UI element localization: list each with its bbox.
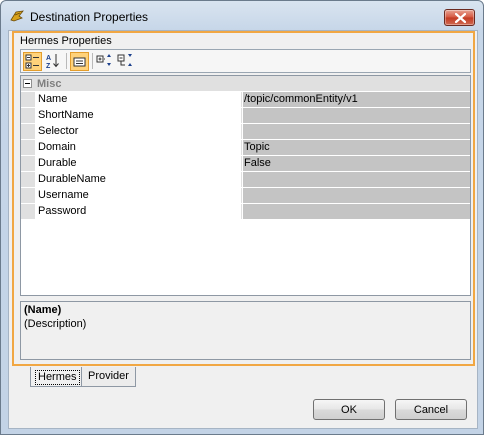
- property-name: Password: [35, 204, 242, 219]
- row-gutter: [21, 140, 35, 155]
- property-row-shortname[interactable]: ShortName: [21, 108, 470, 124]
- tab-label: Provider: [88, 370, 129, 382]
- dialog-client-area: Hermes Properties A Z Misc Name /topic/c…: [8, 30, 478, 429]
- property-row-durable[interactable]: Durable False: [21, 156, 470, 172]
- property-name: Durable: [35, 156, 242, 171]
- property-row-password[interactable]: Password: [21, 204, 470, 220]
- row-gutter: [21, 172, 35, 187]
- property-name: DurableName: [35, 172, 242, 187]
- property-value[interactable]: [243, 124, 470, 139]
- title-bar[interactable]: Destination Properties: [1, 1, 483, 31]
- row-gutter: [21, 124, 35, 139]
- ok-button[interactable]: OK: [313, 399, 385, 420]
- collapse-toggle-icon[interactable]: [23, 79, 32, 88]
- svg-text:Z: Z: [46, 63, 51, 69]
- row-gutter: [21, 92, 35, 107]
- property-name: Selector: [35, 124, 242, 139]
- tab-label: Hermes: [35, 370, 80, 385]
- collapse-all-icon: [117, 54, 132, 66]
- property-grid: Misc Name /topic/commonEntity/v1 ShortNa…: [20, 75, 471, 296]
- row-gutter: [21, 188, 35, 203]
- expand-all-icon: [96, 54, 111, 66]
- sort-alphabetical-button[interactable]: A Z: [44, 52, 63, 71]
- tab-hermes[interactable]: Hermes: [30, 367, 85, 387]
- property-pages-button[interactable]: [70, 52, 89, 71]
- categorized-view-icon: [25, 54, 39, 69]
- property-name: Username: [35, 188, 242, 203]
- row-gutter: [21, 156, 35, 171]
- close-button[interactable]: [444, 9, 475, 26]
- window-title: Destination Properties: [30, 10, 149, 24]
- category-row-misc[interactable]: Misc: [21, 76, 470, 92]
- property-value[interactable]: /topic/commonEntity/v1: [243, 92, 470, 107]
- panel-title: Hermes Properties: [20, 35, 112, 47]
- description-title: (Name): [24, 304, 62, 316]
- property-row-name[interactable]: Name /topic/commonEntity/v1: [21, 92, 470, 108]
- property-pages-icon: [73, 57, 86, 67]
- description-panel: (Name) (Description): [20, 301, 471, 360]
- property-value[interactable]: [243, 188, 470, 203]
- property-name: Name: [35, 92, 242, 107]
- row-gutter: [21, 108, 35, 123]
- cancel-button[interactable]: Cancel: [395, 399, 467, 420]
- row-gutter: [21, 204, 35, 219]
- property-value[interactable]: [243, 204, 470, 219]
- property-row-durablename[interactable]: DurableName: [21, 172, 470, 188]
- property-row-selector[interactable]: Selector: [21, 124, 470, 140]
- property-value[interactable]: False: [243, 156, 470, 171]
- category-label: Misc: [37, 78, 62, 90]
- categorized-view-button[interactable]: [23, 52, 42, 71]
- toolbar-separator: [66, 53, 67, 69]
- tab-provider[interactable]: Provider: [81, 367, 136, 387]
- hermes-properties-panel: Hermes Properties A Z Misc Name /topic/c…: [12, 31, 475, 366]
- toolbar-separator: [92, 53, 93, 69]
- svg-text:A: A: [46, 55, 51, 62]
- property-row-domain[interactable]: Domain Topic: [21, 140, 470, 156]
- expand-all-button[interactable]: [96, 52, 115, 71]
- property-value[interactable]: [243, 172, 470, 187]
- dialog-window: Destination Properties Hermes Properties: [0, 0, 484, 435]
- description-text: (Description): [24, 318, 87, 330]
- collapse-all-button[interactable]: [117, 52, 136, 71]
- property-grid-toolbar: A Z: [20, 49, 471, 73]
- property-name: ShortName: [35, 108, 242, 123]
- property-value[interactable]: Topic: [243, 140, 470, 155]
- app-icon: [10, 10, 24, 22]
- property-row-username[interactable]: Username: [21, 188, 470, 204]
- close-icon: [455, 13, 466, 23]
- property-value[interactable]: [243, 108, 470, 123]
- sort-alphabetical-icon: A Z: [46, 54, 59, 70]
- property-name: Domain: [35, 140, 242, 155]
